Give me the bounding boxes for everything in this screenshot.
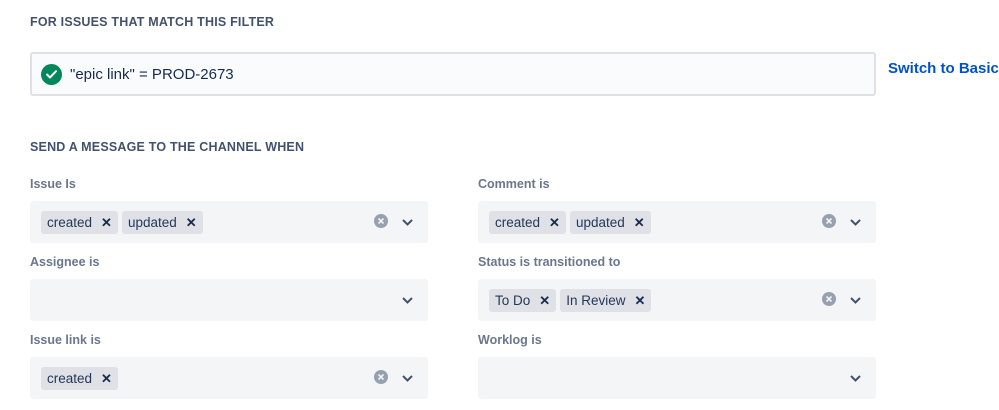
- tag-chip: updated ✕: [121, 210, 203, 234]
- status-transitioned-field: Status is transitioned to To Do ✕ In Revi…: [478, 255, 876, 321]
- tag-chip: In Review ✕: [560, 288, 652, 312]
- chevron-down-icon[interactable]: [400, 294, 414, 306]
- remove-tag-icon[interactable]: ✕: [101, 372, 112, 385]
- issue-is-label: Issue Is: [30, 177, 76, 191]
- tag-chip: To Do ✕: [489, 288, 557, 312]
- comment-is-select[interactable]: created ✕ updated ✕: [478, 201, 876, 243]
- send-section-title: SEND A MESSAGE TO THE CHANNEL WHEN: [30, 140, 305, 154]
- remove-tag-icon[interactable]: ✕: [549, 216, 560, 229]
- chevron-down-icon[interactable]: [848, 294, 862, 306]
- tag-label: updated: [575, 214, 625, 230]
- filter-section-title: FOR ISSUES THAT MATCH THIS FILTER: [30, 15, 275, 29]
- chevron-down-icon[interactable]: [400, 216, 414, 228]
- tag-label: created: [47, 214, 93, 230]
- tag-label: created: [495, 214, 541, 230]
- clear-icon[interactable]: [822, 292, 836, 306]
- tag-chip: created ✕: [41, 366, 118, 390]
- worklog-is-select[interactable]: [478, 357, 876, 399]
- check-circle-icon: [41, 63, 62, 85]
- remove-tag-icon[interactable]: ✕: [539, 294, 550, 307]
- clear-icon[interactable]: [822, 214, 836, 228]
- jql-query-text[interactable]: "epic link" = PROD-2673: [70, 66, 234, 83]
- issue-link-is-field: Issue link is created ✕: [30, 333, 428, 399]
- comment-is-label: Comment is: [478, 177, 550, 191]
- tag-label: created: [47, 370, 93, 386]
- status-transitioned-label: Status is transitioned to: [478, 255, 621, 269]
- issue-is-select[interactable]: created ✕ updated ✕: [30, 201, 428, 243]
- assignee-is-select[interactable]: [30, 279, 428, 321]
- tag-chip: updated ✕: [569, 210, 651, 234]
- issue-link-is-label: Issue link is: [30, 333, 101, 347]
- clear-icon[interactable]: [374, 370, 388, 384]
- worklog-is-field: Worklog is: [478, 333, 876, 399]
- tag-chip: created ✕: [489, 210, 566, 234]
- chevron-down-icon[interactable]: [848, 216, 862, 228]
- chevron-down-icon[interactable]: [848, 372, 862, 384]
- worklog-is-label: Worklog is: [478, 333, 542, 347]
- status-transitioned-select[interactable]: To Do ✕ In Review ✕: [478, 279, 876, 321]
- clear-icon[interactable]: [374, 214, 388, 228]
- remove-tag-icon[interactable]: ✕: [186, 216, 197, 229]
- assignee-is-field: Assignee is: [30, 255, 428, 321]
- chevron-down-icon[interactable]: [400, 372, 414, 384]
- tag-chip: created ✕: [41, 210, 118, 234]
- remove-tag-icon[interactable]: ✕: [634, 294, 645, 307]
- remove-tag-icon[interactable]: ✕: [634, 216, 645, 229]
- issue-is-field: Issue Is created ✕ updated ✕: [30, 177, 428, 243]
- assignee-is-label: Assignee is: [30, 255, 100, 269]
- tag-label: updated: [127, 214, 177, 230]
- switch-to-basic-link[interactable]: Switch to Basic: [888, 60, 999, 77]
- comment-is-field: Comment is created ✕ updated ✕: [478, 177, 876, 243]
- remove-tag-icon[interactable]: ✕: [101, 216, 112, 229]
- tag-label: In Review: [566, 292, 626, 308]
- issue-link-is-select[interactable]: created ✕: [30, 357, 428, 399]
- jql-input[interactable]: "epic link" = PROD-2673: [30, 52, 876, 96]
- tag-label: To Do: [495, 292, 531, 308]
